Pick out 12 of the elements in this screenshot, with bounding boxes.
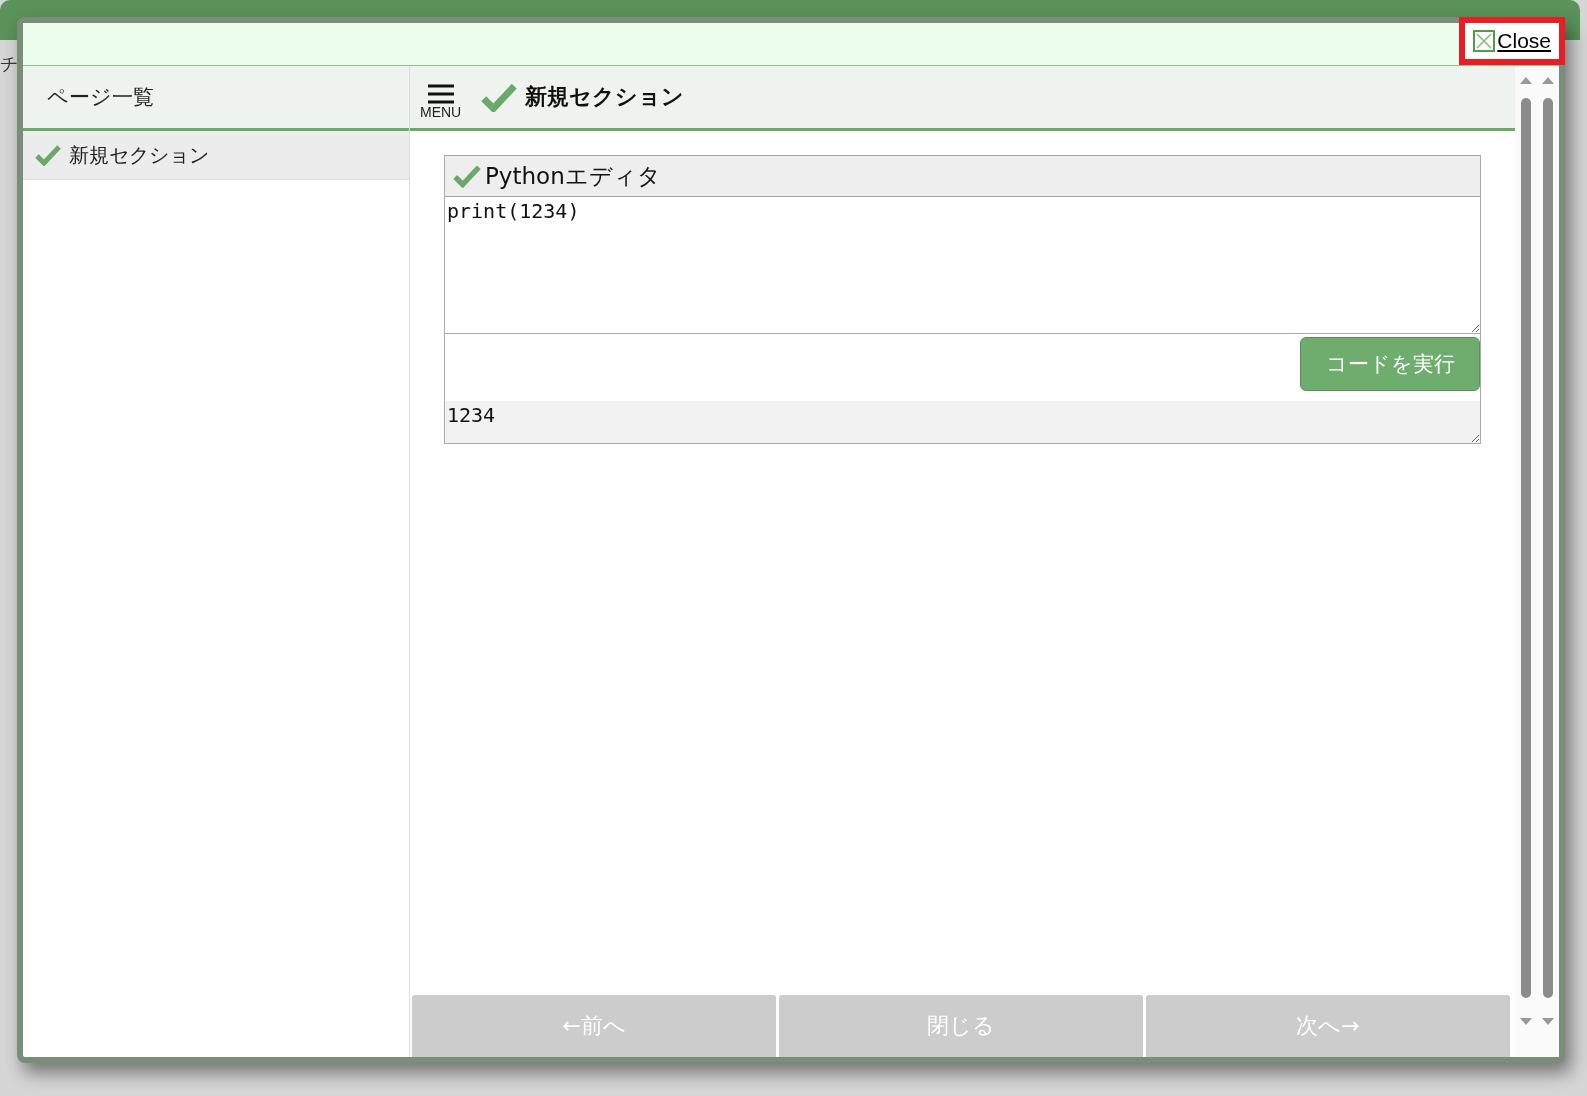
background-text: チ bbox=[0, 52, 18, 76]
page-list-item[interactable]: 新規セクション bbox=[23, 131, 409, 180]
menu-icon bbox=[426, 84, 455, 104]
menu-button[interactable]: MENU bbox=[420, 74, 462, 120]
section-title: 新規セクション bbox=[525, 83, 685, 111]
output-field[interactable]: 1234 bbox=[444, 401, 1481, 444]
close-link[interactable]: Close bbox=[1459, 17, 1565, 65]
sidebar-title: ページ一覧 bbox=[47, 84, 154, 111]
code-input[interactable]: print(1234) bbox=[444, 197, 1481, 334]
close-icon bbox=[1473, 30, 1496, 52]
editor-title: Pythonエディタ bbox=[485, 161, 661, 191]
page-list-label: 新規セクション bbox=[69, 141, 209, 169]
